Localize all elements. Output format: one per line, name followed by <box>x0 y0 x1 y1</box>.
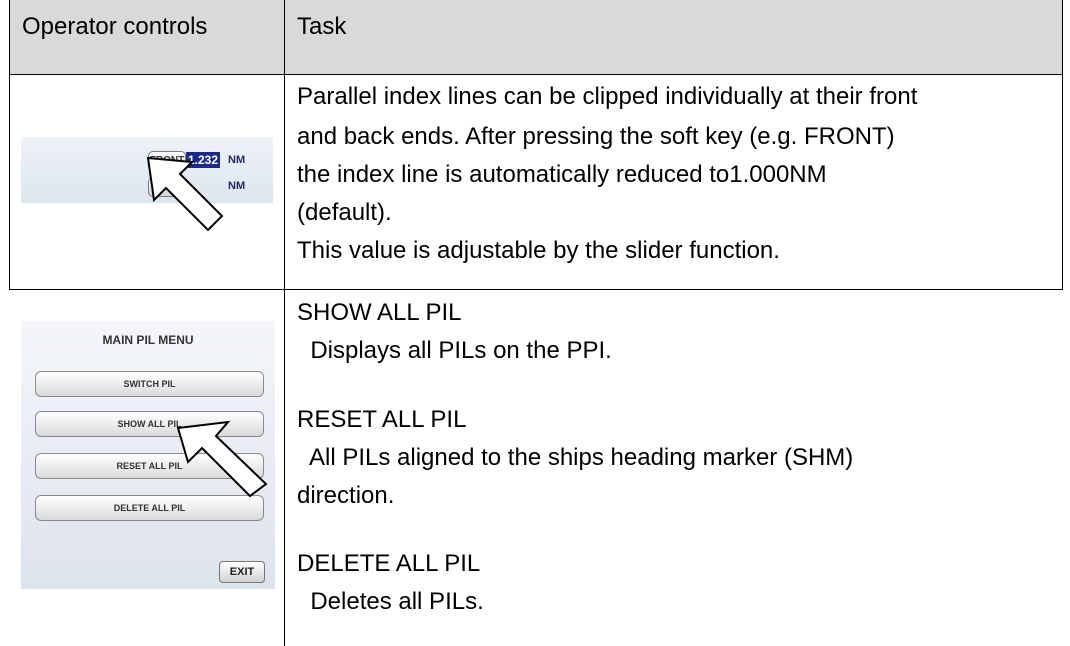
show-all-pil-title: SHOW ALL PIL <box>297 299 462 326</box>
menu-title: MAIN PIL MENU <box>102 333 194 347</box>
reset-all-pil-title: RESET ALL PIL <box>297 406 467 433</box>
header-operator-controls: Operator controls <box>22 13 208 40</box>
arrow-pointer-icon <box>146 156 224 232</box>
row1-line-5: This value is adjustable by the slider f… <box>297 237 780 264</box>
manual-page: Operator controls Task FRONT 1.232 NM BA… <box>0 0 1070 646</box>
row1-line-3: the index line is automatically reduced … <box>297 161 827 188</box>
header-divider <box>9 74 1063 75</box>
table-right-border <box>1062 0 1063 290</box>
header-task: Task <box>297 13 347 40</box>
show-all-pil-desc: Displays all PILs on the PPI. <box>297 337 612 364</box>
table-left-border <box>9 0 10 290</box>
reset-all-pil-desc: All PILs aligned to the ships heading ma… <box>297 444 854 471</box>
row1-line-4: (default). <box>297 199 392 226</box>
column-divider <box>284 0 285 646</box>
arrow-pointer-icon <box>176 420 268 498</box>
delete-all-pil-title: DELETE ALL PIL <box>297 550 481 577</box>
row1-line-2: and back ends. After pressing the soft k… <box>297 123 895 150</box>
delete-all-pil-desc: Deletes all PILs. <box>297 588 484 615</box>
exit-button[interactable]: EXIT <box>219 561 265 583</box>
row-divider <box>9 289 1063 290</box>
reset-all-pil-desc-cont: direction. <box>297 482 395 509</box>
row1-line-1: Parallel index lines can be clipped indi… <box>297 83 918 110</box>
switch-pil-button[interactable]: SWITCH PIL <box>35 371 264 397</box>
